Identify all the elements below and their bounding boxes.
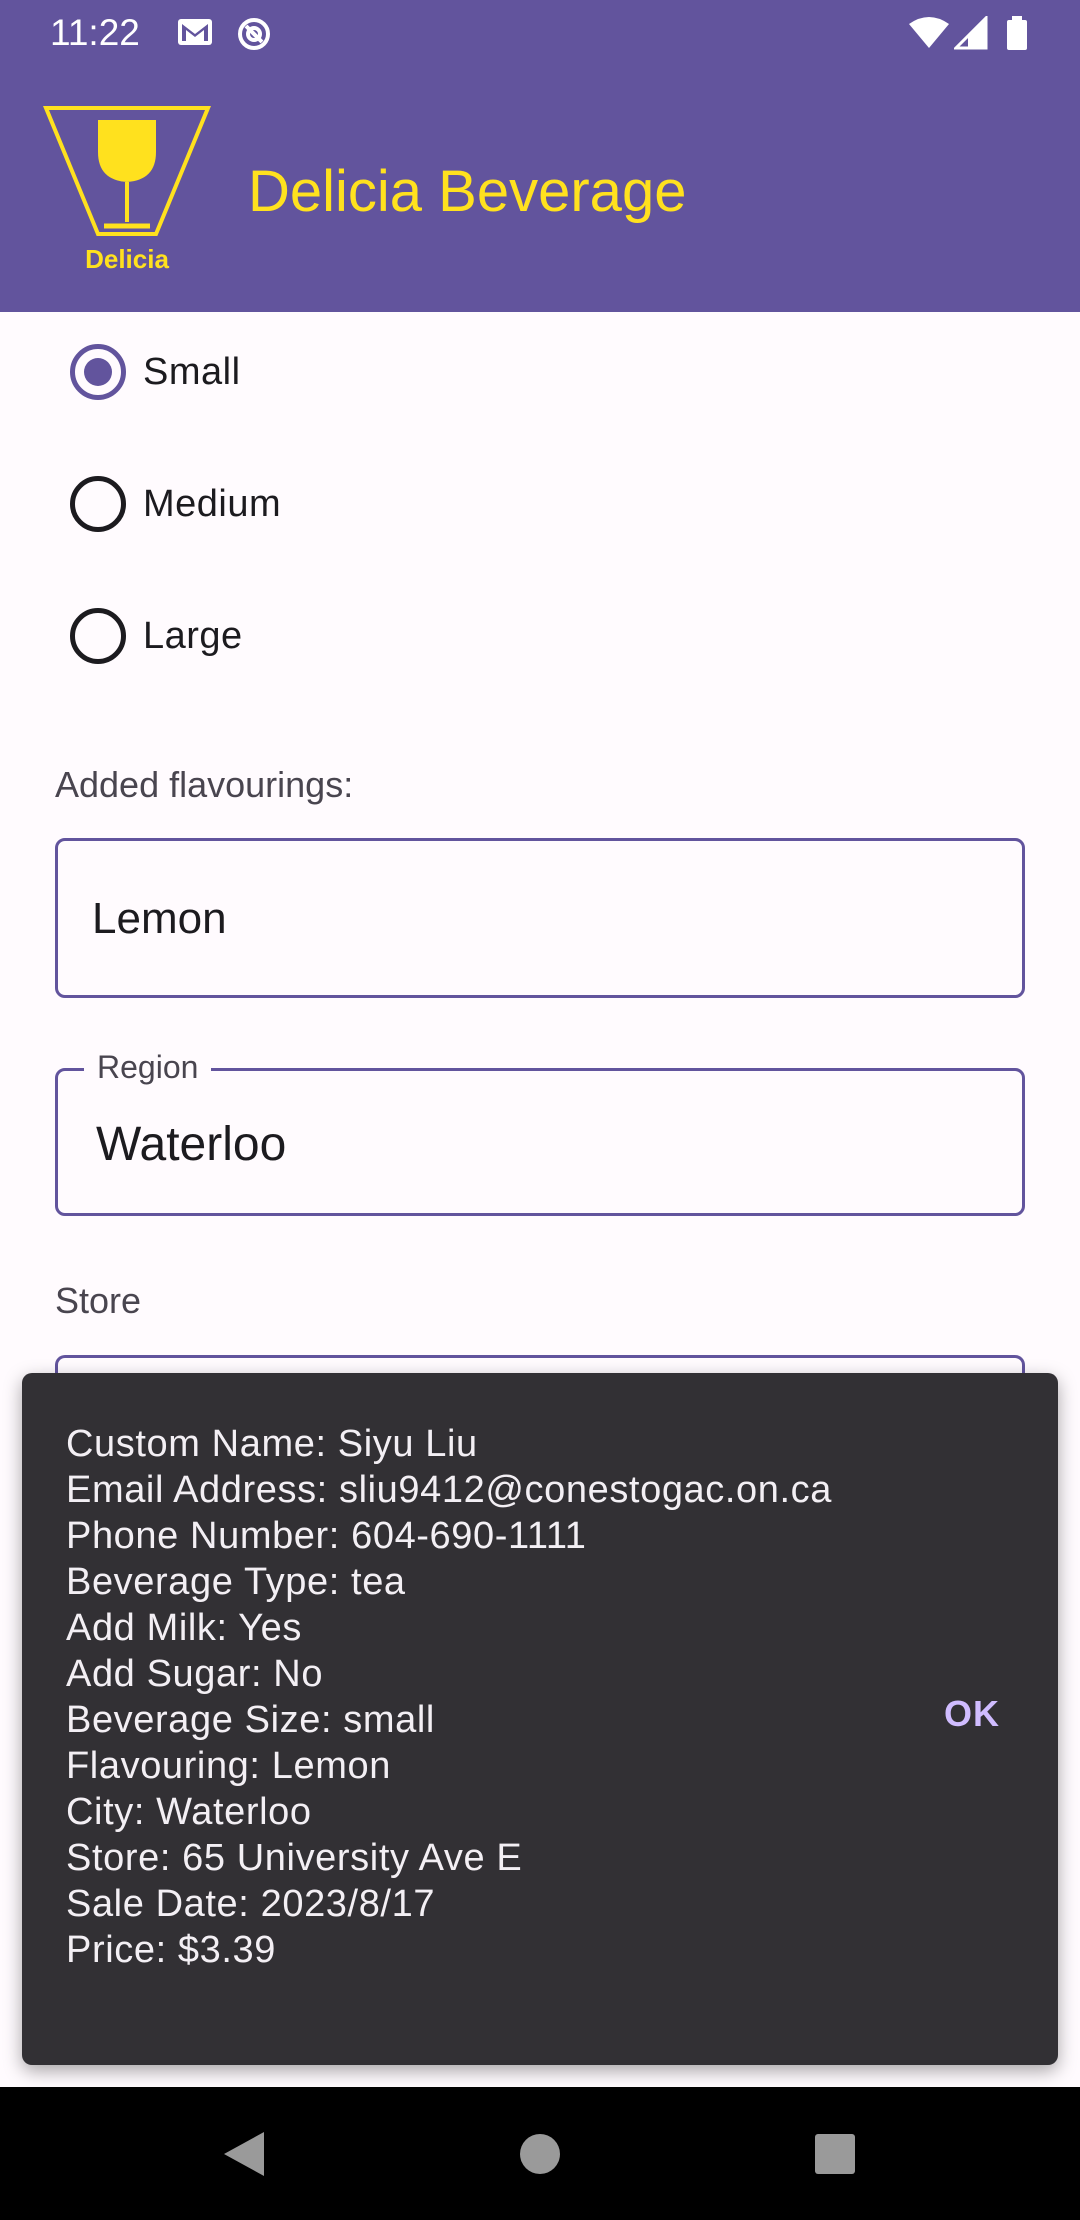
wifi-icon [908, 16, 950, 55]
dialog-message: Custom Name: Siyu Liu Email Address: sli… [66, 1421, 832, 1973]
back-icon[interactable] [222, 2087, 266, 2220]
dialog-line-city: City: Waterloo [66, 1791, 312, 1833]
status-bar: 11:22 [0, 0, 1080, 66]
flavourings-label: Added flavourings: [55, 764, 354, 805]
dialog-line-date: Sale Date: 2023/8/17 [66, 1883, 436, 1925]
region-value: Waterloo [96, 1118, 287, 1171]
region-dropdown[interactable]: Region Waterloo [55, 1049, 1025, 1216]
radio-small[interactable]: Small [70, 342, 241, 402]
dialog-line-name: Custom Name: Siyu Liu [66, 1423, 478, 1465]
dialog-line-price: Price: $3.39 [66, 1929, 276, 1971]
battery-icon [1006, 16, 1028, 55]
dialog-line-flavouring: Flavouring: Lemon [66, 1745, 391, 1787]
radio-medium[interactable]: Medium [70, 474, 281, 534]
app-bar: Delicia Delicia Beverage [0, 66, 1080, 312]
logo-text: Delicia [85, 244, 169, 274]
order-summary-dialog: Custom Name: Siyu Liu Email Address: sli… [22, 1373, 1058, 2065]
dialog-line-sugar: Add Sugar: No [66, 1653, 324, 1695]
flavourings-field[interactable]: Lemon [55, 838, 1025, 998]
app-title: Delicia Beverage [248, 159, 687, 224]
delicia-logo: Delicia [42, 104, 212, 282]
dialog-line-email: Email Address: sliu9412@conestogac.on.ca [66, 1469, 833, 1511]
radio-label-small: Small [143, 350, 241, 393]
radio-button-unchecked[interactable] [70, 608, 126, 664]
flavourings-value: Lemon [92, 894, 227, 943]
dialog-line-beverage-type: Beverage Type: tea [66, 1561, 406, 1603]
dialog-line-milk: Add Milk: Yes [66, 1607, 302, 1649]
region-label: Region [84, 1049, 212, 1086]
radio-label-large: Large [143, 614, 243, 657]
radio-button-checked[interactable] [70, 344, 126, 400]
ok-button[interactable]: OK [944, 1693, 1000, 1735]
recents-icon[interactable] [814, 2087, 856, 2220]
dialog-line-store: Store: 65 University Ave E [66, 1837, 523, 1879]
signal-icon [952, 14, 988, 55]
dialog-line-size: Beverage Size: small [66, 1699, 435, 1741]
status-time: 11:22 [50, 12, 140, 53]
home-icon[interactable] [519, 2087, 561, 2220]
store-label: Store [55, 1280, 142, 1321]
navigation-bar [0, 2087, 1080, 2220]
dialog-line-phone: Phone Number: 604-690-1111 [66, 1515, 587, 1557]
at-sign-icon [236, 16, 272, 57]
radio-large[interactable]: Large [70, 606, 243, 666]
gmail-icon [176, 16, 214, 53]
radio-label-medium: Medium [143, 482, 282, 525]
radio-button-unchecked[interactable] [70, 476, 126, 532]
